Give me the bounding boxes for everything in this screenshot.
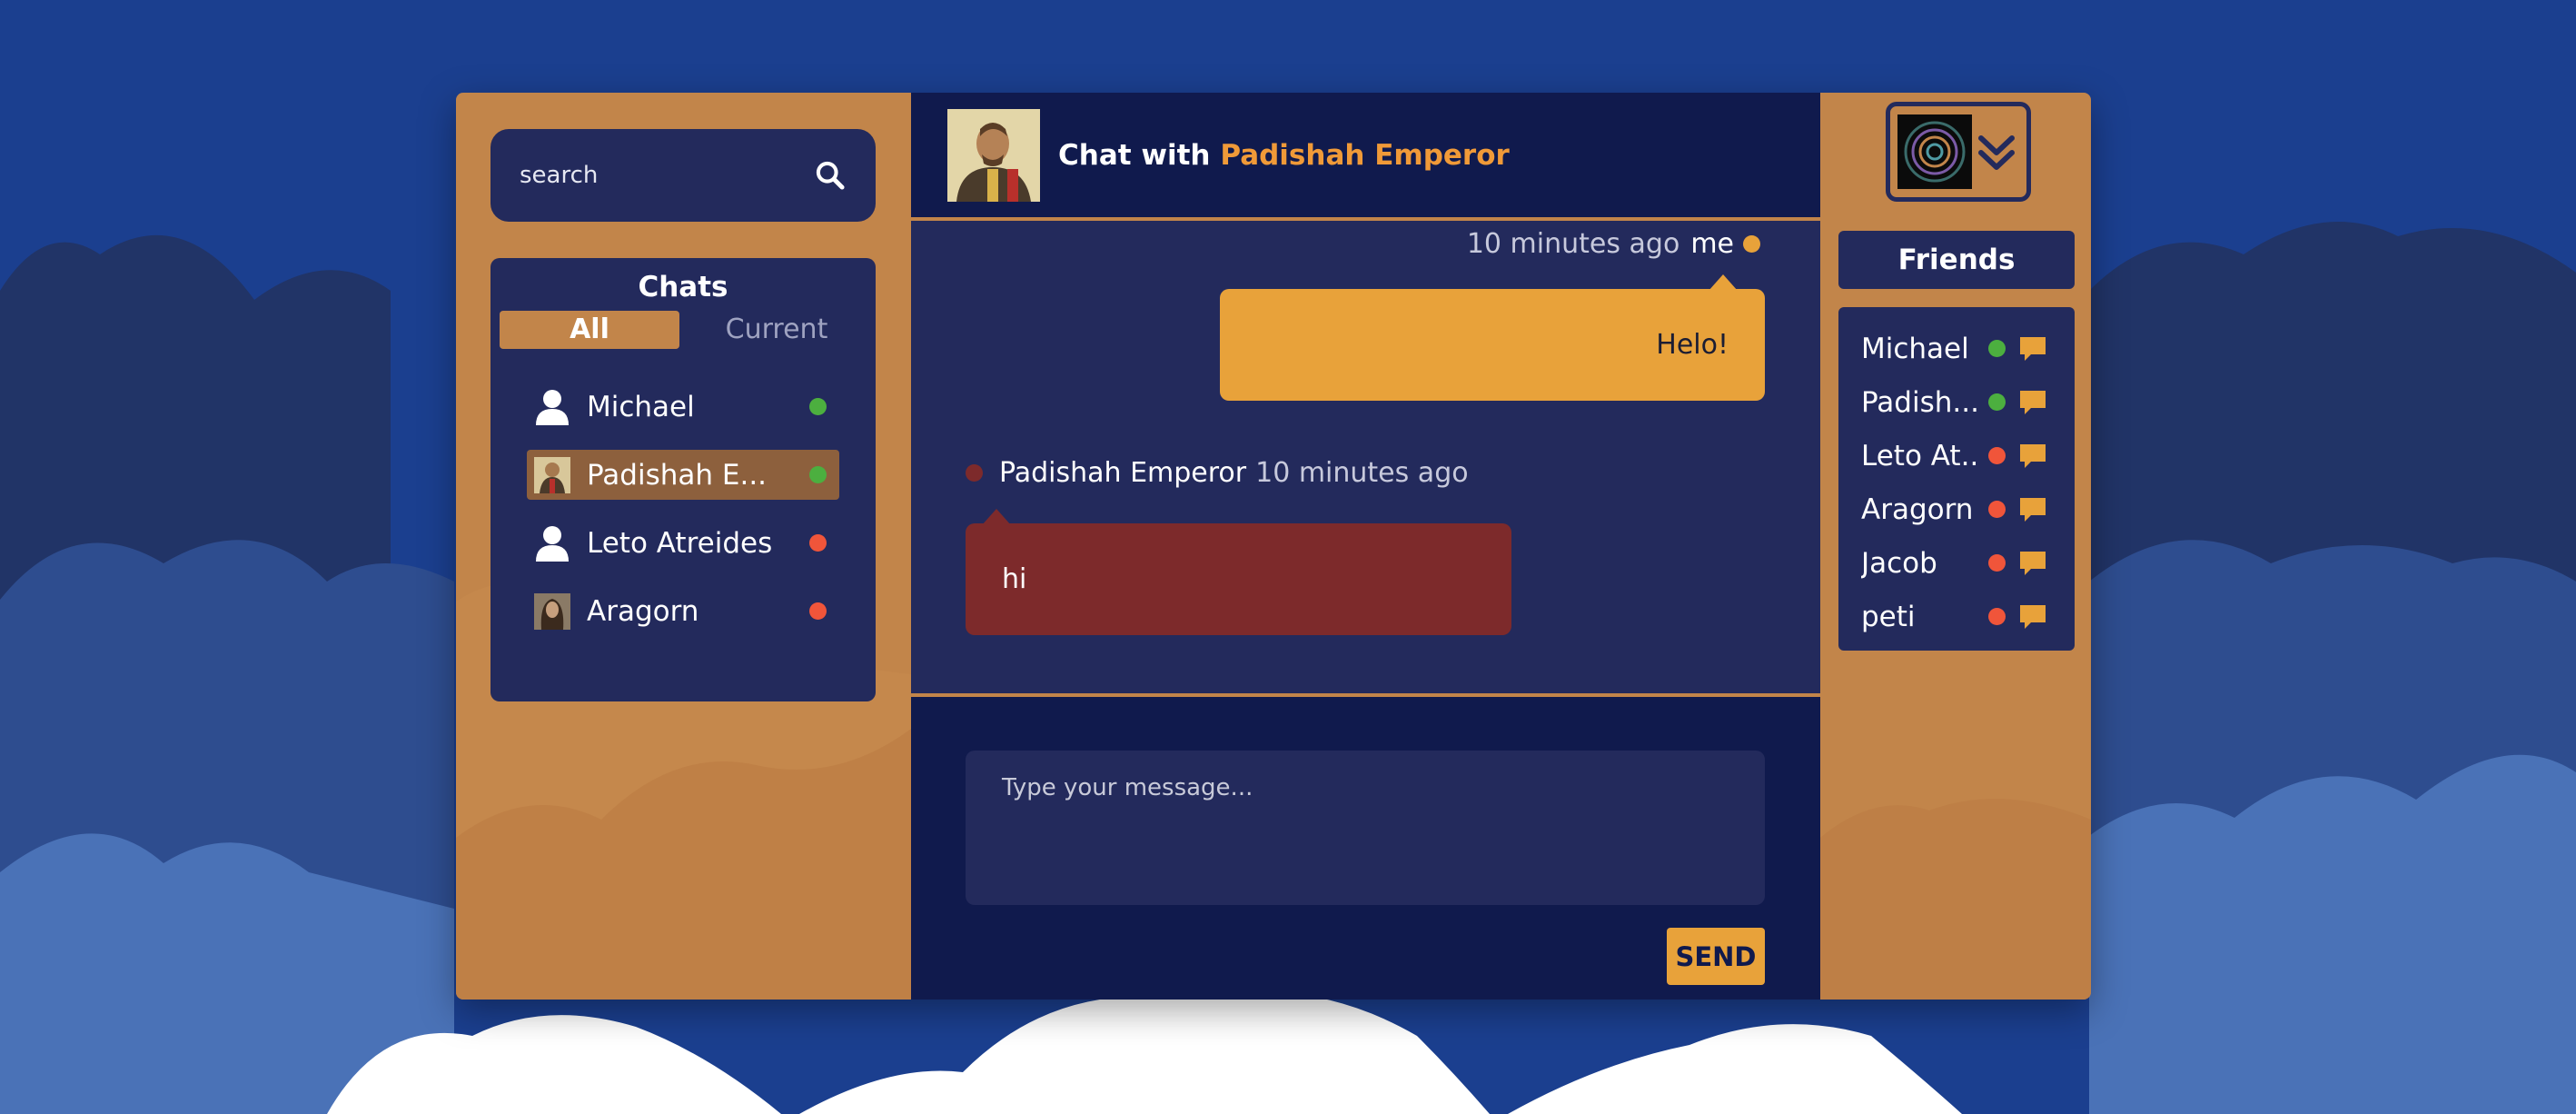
search-bar[interactable] xyxy=(490,129,876,222)
message-timestamp: 10 minutes ago xyxy=(1255,457,1469,489)
chat-item-aragorn[interactable]: Aragorn xyxy=(527,586,839,636)
offline-status-dot xyxy=(1988,447,2006,464)
chat-item-michael[interactable]: Michael xyxy=(527,382,839,432)
chat-item-leto-atreides[interactable]: Leto Atreides xyxy=(527,518,839,568)
offline-status-dot xyxy=(1988,608,2006,625)
chat-tabs: All Current xyxy=(500,311,867,349)
chat-header-title: Chat with Padishah Emperor xyxy=(1058,139,1510,172)
message-bubble-icon[interactable] xyxy=(2018,549,2047,578)
profile-menu[interactable] xyxy=(1886,102,2031,202)
friend-item-aragorn[interactable]: Aragorn xyxy=(1838,482,2075,536)
conversation-pane: Chat with Padishah Emperor 10 minutes ag… xyxy=(911,93,1820,1000)
friend-item-padishah[interactable]: Padish... xyxy=(1838,375,2075,429)
offline-status-dot xyxy=(809,534,827,552)
friend-name: Aragorn xyxy=(1861,492,1974,526)
chat-header-prefix: Chat with xyxy=(1058,138,1211,172)
my-message-bubble: Helo! xyxy=(1220,274,1765,401)
message-timestamp: 10 minutes ago xyxy=(1466,228,1680,260)
chat-list: Michael Padishah E... Leto Atreides Arag… xyxy=(490,382,876,636)
chevron-double-down-icon[interactable] xyxy=(1974,129,2019,174)
chat-item-name: Padishah E... xyxy=(587,458,768,492)
message-text: hi xyxy=(1002,563,1027,595)
friend-name: peti xyxy=(1861,600,1916,633)
offline-status-dot xyxy=(1988,501,2006,518)
friend-item-jacob[interactable]: Jacob xyxy=(1838,536,2075,590)
offline-status-dot xyxy=(1988,554,2006,572)
online-status-dot xyxy=(809,398,827,415)
friend-item-leto[interactable]: Leto At... xyxy=(1838,429,2075,482)
search-icon[interactable] xyxy=(814,155,847,195)
sender-status-dot xyxy=(966,464,983,482)
message-sender: Padishah Emperor xyxy=(999,457,1247,489)
user-icon xyxy=(534,389,570,425)
search-input[interactable] xyxy=(520,162,814,189)
partner-avatar xyxy=(947,108,1040,202)
message-input[interactable] xyxy=(966,751,1765,905)
partner-message-meta: Padishah Emperor 10 minutes ago xyxy=(966,457,1469,489)
message-bubble-icon[interactable] xyxy=(2018,602,2047,632)
send-button[interactable]: SEND xyxy=(1667,928,1765,985)
right-sidebar: Friends Michael Padish... Leto At... Ara… xyxy=(1820,93,2091,1000)
chat-item-name: Aragorn xyxy=(587,594,699,628)
aragorn-avatar xyxy=(534,592,570,630)
sender-status-dot xyxy=(1743,235,1760,253)
friends-list: Michael Padish... Leto At... Aragorn Jac xyxy=(1838,307,2075,651)
friend-name: Jacob xyxy=(1861,546,1937,580)
profile-avatar[interactable] xyxy=(1897,114,1972,189)
message-bubble-icon[interactable] xyxy=(2018,388,2047,417)
tab-current[interactable]: Current xyxy=(687,311,867,349)
friend-name: Michael xyxy=(1861,332,1969,365)
message-text: Helo! xyxy=(1656,329,1729,361)
friends-title: Friends xyxy=(1838,231,2075,289)
message-list: 10 minutes ago me Helo! Padishah Emperor… xyxy=(911,221,1820,697)
message-bubble-icon[interactable] xyxy=(2018,442,2047,471)
chat-item-name: Leto Atreides xyxy=(587,526,773,560)
friend-name: Leto At... xyxy=(1861,439,1977,472)
user-icon xyxy=(534,525,570,562)
chat-app-window: Chats All Current Michael xyxy=(456,93,2091,1000)
chat-partner-name: Padishah Emperor xyxy=(1220,138,1510,172)
message-composer: SEND xyxy=(911,697,1820,992)
offline-status-dot xyxy=(809,602,827,620)
chat-item-name: Michael xyxy=(587,390,695,423)
chat-item-padishah-emperor[interactable]: Padishah E... xyxy=(527,450,839,500)
friend-name: Padish... xyxy=(1861,385,1977,419)
online-status-dot xyxy=(1988,393,2006,411)
chats-panel: Chats All Current Michael Padishah E... … xyxy=(490,258,876,701)
message-sender: me xyxy=(1690,228,1734,260)
emperor-avatar xyxy=(534,456,570,493)
message-bubble-icon[interactable] xyxy=(2018,334,2047,363)
friend-item-peti[interactable]: peti xyxy=(1838,590,2075,643)
left-sidebar: Chats All Current Michael xyxy=(456,93,911,1000)
online-status-dot xyxy=(809,466,827,483)
online-status-dot xyxy=(1988,340,2006,357)
my-message-meta: 10 minutes ago me xyxy=(1467,228,1766,260)
chat-header: Chat with Padishah Emperor xyxy=(911,93,1820,221)
friend-item-michael[interactable]: Michael xyxy=(1838,322,2075,375)
chats-title: Chats xyxy=(638,271,728,303)
message-bubble-icon[interactable] xyxy=(2018,495,2047,524)
tab-all[interactable]: All xyxy=(500,311,679,349)
partner-message-bubble: hi xyxy=(966,509,1511,635)
